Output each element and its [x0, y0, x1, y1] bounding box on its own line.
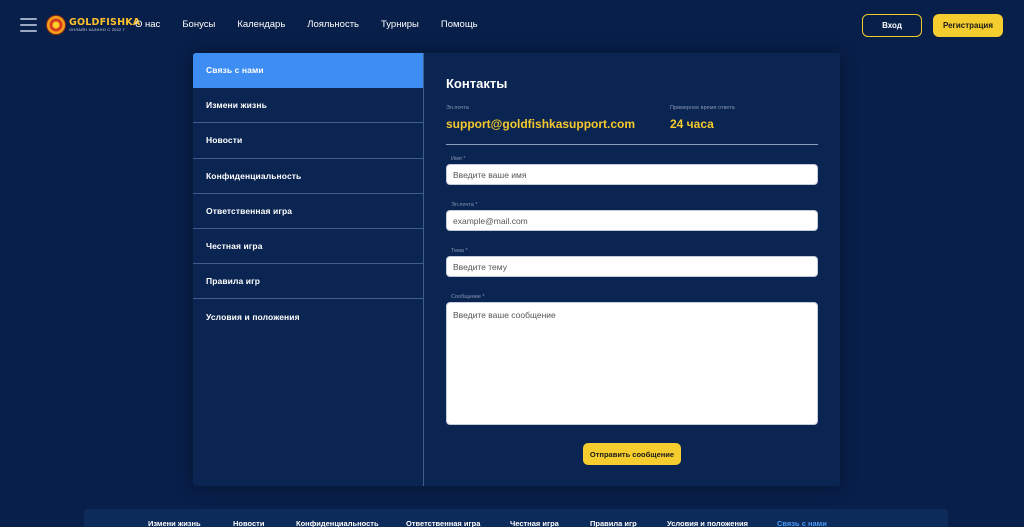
name-label: Имя *	[451, 156, 466, 162]
sidebar-item-privacy[interactable]: Конфиденциальность	[193, 159, 423, 194]
message-label: Сообщение *	[451, 294, 485, 300]
top-header: GOLDFISHKA ОНЛАЙН КАЗИНО С 2002 Г О нас …	[0, 0, 1024, 52]
email-input[interactable]	[446, 210, 818, 231]
logo-chip-icon	[46, 15, 66, 35]
footer-link-contact[interactable]: Связь с нами	[777, 519, 827, 527]
menu-icon[interactable]	[20, 18, 37, 32]
footer-link-responsible-gaming[interactable]: Ответственная игра	[406, 519, 480, 527]
sidebar-item-terms[interactable]: Условия и положения	[193, 299, 423, 334]
name-input[interactable]	[446, 164, 818, 185]
email-field-label: Эл.почта *	[451, 202, 478, 208]
response-time-value: 24 часа	[670, 117, 714, 131]
send-message-button[interactable]: Отправить сообщение	[583, 443, 681, 465]
nav-item-bonuses[interactable]: Бонусы	[182, 19, 215, 30]
divider	[446, 144, 818, 145]
sidebar-item-responsible-gaming[interactable]: Ответственная игра	[193, 194, 423, 229]
login-button[interactable]: Вход	[862, 14, 922, 37]
nav-item-about[interactable]: О нас	[135, 19, 160, 30]
footer-link-terms[interactable]: Условия и положения	[667, 519, 748, 527]
help-card: Связь с нами Измени жизнь Новости Конфид…	[193, 53, 840, 486]
sidebar-item-fair-play[interactable]: Честная игра	[193, 229, 423, 265]
footer-link-change-life[interactable]: Измени жизнь	[148, 519, 201, 527]
message-textarea[interactable]	[446, 302, 818, 425]
help-sidebar: Связь с нами Измени жизнь Новости Конфид…	[193, 53, 424, 486]
nav-item-tournaments[interactable]: Турниры	[381, 19, 419, 30]
main-nav: О нас Бонусы Календарь Лояльность Турнир…	[135, 19, 500, 30]
footer-link-privacy[interactable]: Конфиденциальность	[296, 519, 379, 527]
sidebar-item-contact[interactable]: Связь с нами	[193, 53, 423, 89]
nav-item-loyalty[interactable]: Лояльность	[307, 19, 359, 30]
sidebar-item-change-life[interactable]: Измени жизнь	[193, 88, 423, 124]
footer-nav: Измени жизнь Новости Конфиденциальность …	[84, 509, 948, 527]
register-button[interactable]: Регистрация	[933, 14, 1003, 37]
nav-item-help[interactable]: Помощь	[441, 19, 478, 30]
page-title: Контакты	[446, 76, 508, 91]
subject-input[interactable]	[446, 256, 818, 277]
email-label: Эл.почта	[446, 105, 469, 111]
sidebar-item-news[interactable]: Новости	[193, 123, 423, 159]
footer-link-fair-play[interactable]: Честная игра	[510, 519, 559, 527]
response-time-label: Примерное время ответа	[670, 105, 735, 111]
footer-link-news[interactable]: Новости	[233, 519, 264, 527]
sidebar-item-game-rules[interactable]: Правила игр	[193, 264, 423, 300]
footer-link-game-rules[interactable]: Правила игр	[590, 519, 637, 527]
logo[interactable]: GOLDFISHKA ОНЛАЙН КАЗИНО С 2002 Г	[46, 15, 140, 35]
subject-label: Тема *	[451, 248, 468, 254]
support-email[interactable]: support@goldfishkasupport.com	[446, 117, 635, 131]
nav-item-calendar[interactable]: Календарь	[237, 19, 285, 30]
logo-tagline: ОНЛАЙН КАЗИНО С 2002 Г	[69, 27, 126, 33]
logo-name: GOLDFISHKA	[69, 16, 141, 28]
